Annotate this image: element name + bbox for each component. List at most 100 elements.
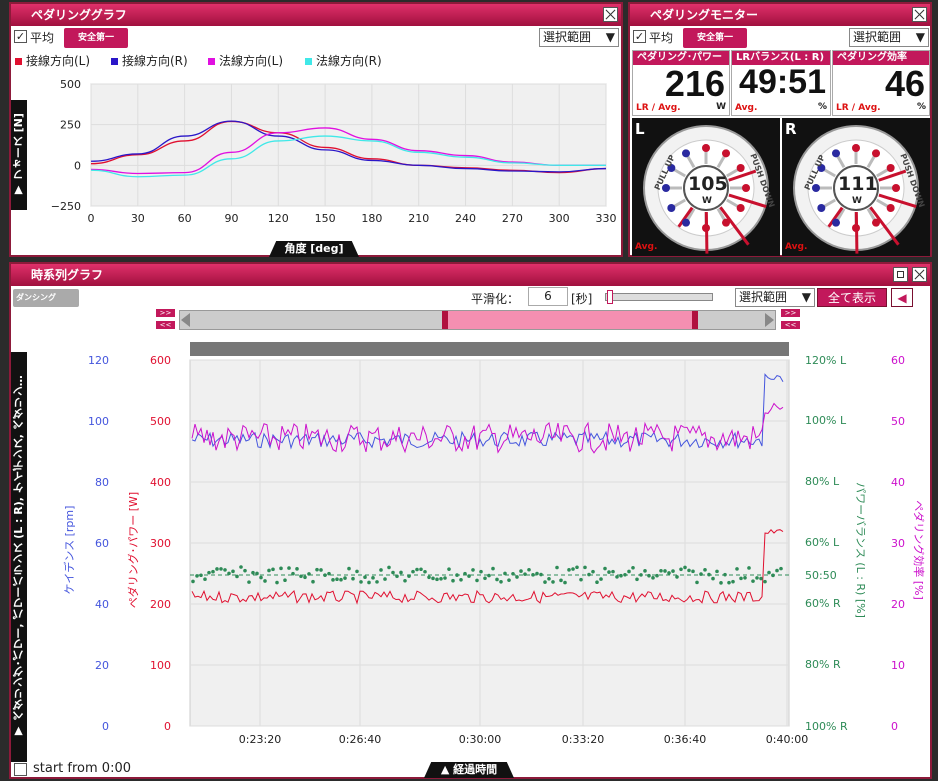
x-tick-label: 0 [88,212,95,225]
balance-point [691,569,695,574]
collapse-left-icon[interactable]: << [156,321,175,329]
balance-point [735,567,739,571]
balance-point [275,580,279,585]
cadence-tick: 40 [95,598,109,611]
force-point [832,218,840,227]
legend-label: 法線方向(L) [219,54,284,68]
balance-point [279,566,283,571]
close-icon[interactable] [912,7,927,22]
cadence-tick: 0 [102,720,109,733]
smoothing-input[interactable]: 6 [528,287,568,306]
slider-handle[interactable] [607,290,613,304]
back-arrow-icon[interactable]: ◀ [891,288,913,307]
scrubber-left-arrow-icon[interactable] [181,313,190,327]
x-axis-tab[interactable]: 角度 [deg] [269,241,359,257]
balance-point [723,572,727,577]
range-select[interactable]: 選択範囲 ▼ [735,288,815,307]
dancing-label: ダンシング [16,293,56,302]
chevron-down-icon: ▼ [605,30,615,44]
balance-point [543,580,547,584]
force-point [702,144,710,152]
plot-area [90,83,607,207]
selected-range[interactable] [442,311,698,329]
show-all-label: 全て表示 [827,291,876,305]
collapse-right-icon[interactable]: << [781,321,800,329]
balance-point [291,571,295,576]
balance-point [283,578,287,583]
balance-point [431,576,435,581]
average-checkbox[interactable]: ✓ [14,30,27,43]
force-point [832,149,840,158]
balance-point [319,568,323,572]
smoothing-slider[interactable] [605,290,713,304]
balance-point [499,579,503,584]
balance-point [699,572,703,576]
balance-point [679,567,683,572]
balance-point [423,569,427,574]
metric-power: ペダリング･パワー 216 LR / Avg. W [632,50,730,116]
expand-right-icon[interactable]: >> [781,309,800,317]
maximize-icon[interactable] [893,267,908,282]
pedal-force-chart: 0 30 60 90 120 150 180 210 240 270 300 330 500 250 0 −2… [51,78,617,225]
x-tick-label: 270 [502,212,523,225]
chevron-down-icon: ▼ [801,290,811,304]
range-scrubber[interactable] [179,310,776,330]
balance-point [323,573,327,577]
range-select[interactable]: 選択範囲 ▼ [539,28,619,47]
cycling-logo-icon: 安全第一 [64,28,128,48]
balance-point [539,572,543,577]
cadence-tick: 120 [88,354,109,367]
cadence-tick: 80 [95,476,109,489]
x-axis-tab[interactable]: ▲ 経過時間 [424,762,514,778]
balance-tick: 80% L [805,475,840,488]
force-point [872,149,880,158]
close-icon[interactable] [912,267,927,282]
balance-point [243,568,247,573]
force-point [852,144,860,152]
metric-value: 46 [884,63,925,104]
range-select[interactable]: 選択範囲 ▼ [849,28,929,47]
balance-point [307,572,311,576]
balance-point [399,570,403,575]
balance-point [395,574,399,579]
balance-point [683,565,687,570]
cadence-tick: 100 [88,415,109,428]
show-all-button[interactable]: 全て表示 [817,288,887,307]
y-tick-label: 250 [60,119,81,132]
balance-point [775,568,779,573]
gauge-unit: W [852,196,862,206]
balance-point [627,569,631,574]
metric-foot: LR / Avg. [636,103,681,113]
balance-point [711,576,715,581]
balance-tick: 120% L [805,354,847,367]
balance-point [515,575,519,579]
balance-point [503,571,507,576]
balance-point [519,569,523,573]
power-tick: 400 [150,476,171,489]
balance-point [563,580,567,585]
metric-unit: W [716,102,726,112]
expand-left-icon[interactable]: >> [156,309,175,317]
pedal-monitor-title: ペダリングモニター [630,4,930,26]
start-from-checkbox[interactable] [14,763,27,776]
scrubber-right-arrow-icon[interactable] [765,313,774,327]
dancing-toggle[interactable]: ダンシング [13,289,79,307]
gauge-unit: W [702,196,712,206]
balance-point [287,566,291,570]
metric-value: 216 [664,63,725,104]
average-checkbox[interactable]: ✓ [633,30,646,43]
legend-item: 接線方向(R) [111,52,188,69]
balance-point [391,570,395,575]
balance-point [659,568,663,573]
balance-point [771,573,775,578]
balance-point [483,576,487,581]
balance-point [331,578,335,582]
balance-point [211,569,215,574]
close-icon[interactable] [603,7,618,22]
balance-point [231,569,235,574]
balance-point [295,567,299,571]
balance-point [363,575,367,579]
balance-point [227,571,231,576]
balance-point [315,567,319,572]
balance-point [203,577,207,582]
